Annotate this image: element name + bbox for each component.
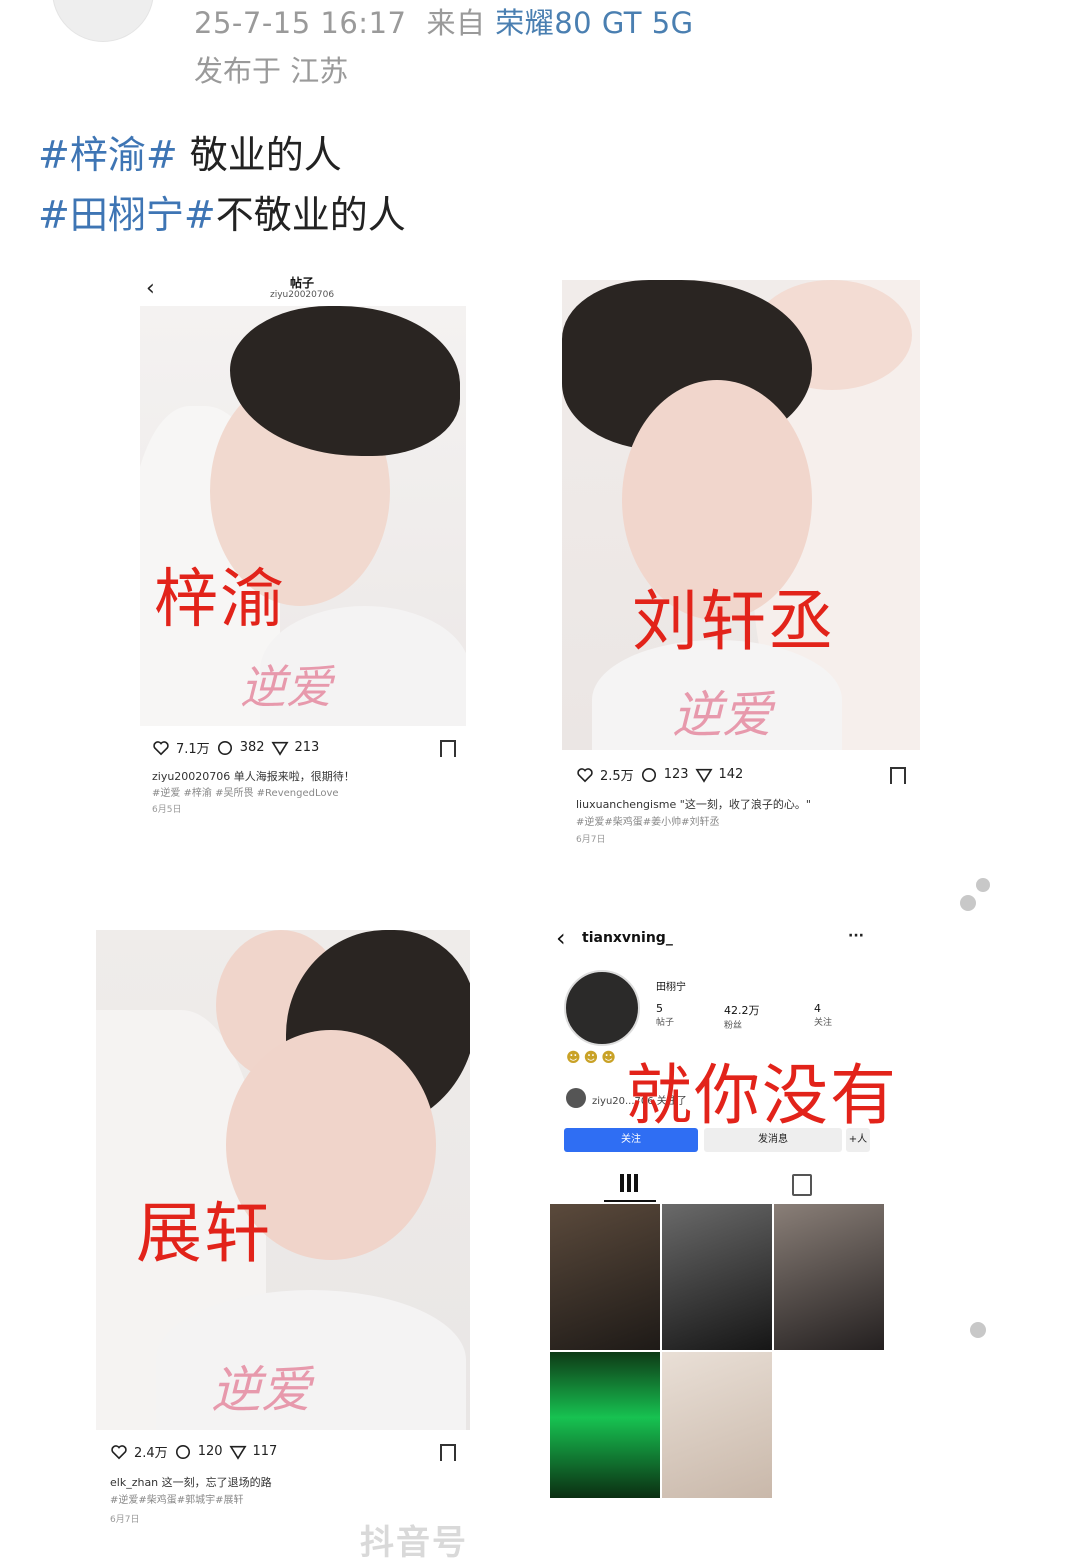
share-count: 117 [252, 1444, 278, 1459]
post-meta: 25-7-15 16:17 来自 荣耀80 GT 5G [194, 0, 694, 42]
stats-row: 2.4万 120 117 [110, 1442, 277, 1461]
share-icon[interactable] [270, 740, 289, 756]
like-icon[interactable] [152, 740, 170, 756]
grid-thumbnail[interactable] [662, 1204, 772, 1350]
post-text-line-1: #梓渝# 敬业的人 [38, 124, 342, 179]
post-text-line-2: #田栩宁#不敬业的人 [38, 184, 406, 239]
watermark-text: 抖音号 [360, 1523, 468, 1563]
profile-username: tianxvning_ [582, 930, 673, 946]
comment-icon[interactable] [640, 767, 658, 783]
shirt-shape [156, 1290, 466, 1430]
grid-tab-icon[interactable] [620, 1174, 638, 1192]
decor-dot [976, 878, 990, 892]
post-hashtags: #逆爱#柴鸡蛋#郭城宇#展轩 [110, 1495, 244, 1506]
message-button[interactable]: 发消息 [704, 1128, 842, 1152]
like-count: 7.1万 [176, 742, 210, 757]
decor-dot [960, 895, 976, 911]
poster-image: 逆爱 [140, 306, 466, 726]
hashtag-link[interactable]: #田栩宁# [38, 193, 216, 237]
stat-label: 帖子 [656, 1018, 675, 1028]
comment-count: 120 [197, 1444, 223, 1459]
post-image-card-2[interactable]: 逆爱 刘轩丞 2.5万 123 142 liuxuanchengisme "这一… [562, 280, 922, 850]
post-caption: liuxuanchengisme "这一刻，收了浪子的心。" [576, 798, 811, 811]
stat-num: 4 [814, 1002, 821, 1015]
post-date: 6月7日 [576, 835, 606, 845]
comment-icon[interactable] [174, 1444, 192, 1460]
follower-avatar [566, 1088, 586, 1108]
stat-following[interactable]: 4 关注 [814, 1002, 832, 1028]
grid-thumbnail[interactable] [550, 1204, 660, 1350]
comment-count: 382 [239, 740, 265, 755]
profile-avatar[interactable] [564, 970, 640, 1046]
stat-posts[interactable]: 5 帖子 [656, 1002, 674, 1028]
more-icon[interactable]: ··· [848, 928, 864, 944]
share-count: 213 [294, 740, 320, 755]
stats-row: 7.1万 382 213 [152, 738, 319, 757]
profile-card[interactable]: ‹ tianxvning_ ··· 田栩宁 5 帖子 42.2万 粉丝 4 关注… [548, 920, 898, 1510]
tagged-tab-icon[interactable] [792, 1174, 812, 1196]
name-label: 刘轩丞 [632, 583, 836, 660]
nav-title: 帖子 [290, 276, 315, 290]
author-avatar[interactable] [52, 0, 154, 42]
post-hashtags: #逆爱 #梓渝 #吴所畏 #RevengedLove [152, 788, 339, 799]
like-count: 2.4万 [134, 1446, 168, 1461]
comment-count: 123 [663, 767, 689, 782]
poster-script: 逆爱 [672, 686, 772, 744]
post-image-card-3[interactable]: 逆爱 展轩 2.4万 120 117 elk_zhan 这一刻，忘了退场的路 #… [96, 930, 472, 1530]
stat-followers[interactable]: 42.2万 粉丝 [724, 1002, 760, 1031]
decor-dot [970, 1322, 986, 1338]
source-prefix: 来自 [426, 6, 486, 40]
back-icon[interactable]: ‹ [556, 924, 566, 952]
post-location: 发布于 江苏 [194, 54, 349, 88]
stat-label: 关注 [814, 1018, 833, 1028]
poster-image: 逆爱 [562, 280, 920, 750]
share-icon[interactable] [694, 767, 713, 783]
stat-num: 42.2万 [724, 1004, 760, 1017]
back-icon[interactable]: ‹ [146, 276, 155, 301]
bookmark-icon[interactable] [440, 740, 456, 763]
grid-thumbnail[interactable] [774, 1204, 884, 1350]
post-hashtags: #逆爱#柴鸡蛋#姜小帅#刘轩丞 [576, 817, 720, 828]
share-icon[interactable] [228, 1444, 247, 1460]
post-timestamp: 25-7-15 16:17 [194, 6, 407, 40]
like-icon[interactable] [576, 767, 594, 783]
stats-row: 2.5万 123 142 [576, 765, 743, 784]
nav-username: ziyu20020706 [270, 290, 335, 300]
profile-display-name: 田栩宁 [656, 982, 686, 993]
bookmark-icon[interactable] [440, 1444, 456, 1467]
post-date: 6月5日 [152, 805, 182, 815]
tab-indicator [604, 1200, 656, 1202]
post-text: 不敬业的人 [215, 193, 406, 237]
device-link[interactable]: 荣耀80 GT 5G [495, 6, 693, 40]
stat-num: 5 [656, 1002, 663, 1015]
like-icon[interactable] [110, 1444, 128, 1460]
grid-thumbnail[interactable] [662, 1352, 772, 1498]
hashtag-link[interactable]: #梓渝# [38, 133, 178, 177]
post-caption: ziyu20020706 单人海报来啦，很期待！ [152, 770, 355, 783]
post-text: 敬业的人 [177, 133, 342, 177]
like-count: 2.5万 [600, 769, 634, 784]
comment-icon[interactable] [216, 740, 234, 756]
post-caption: elk_zhan 这一刻，忘了退场的路 [110, 1476, 272, 1489]
grid-thumbnail[interactable] [550, 1352, 660, 1498]
share-count: 142 [718, 767, 744, 782]
badge-icons: ☻☻☻ [566, 1050, 619, 1066]
stat-label: 粉丝 [724, 1021, 743, 1031]
overlay-label: 就你没有 [626, 1057, 898, 1134]
poster-script: 逆爱 [240, 660, 332, 714]
post-image-card-1[interactable]: ‹ 帖子 ziyu20020706 逆爱 梓渝 7.1万 382 213 ziy… [140, 268, 470, 828]
post-date: 6月7日 [110, 1515, 140, 1525]
name-label: 梓渝 [154, 563, 286, 637]
poster-script: 逆爱 [211, 1361, 311, 1419]
name-label: 展轩 [136, 1195, 272, 1272]
follow-button[interactable]: 关注 [564, 1128, 698, 1152]
bookmark-icon[interactable] [890, 767, 906, 790]
add-friend-button[interactable]: +人 [846, 1128, 870, 1152]
